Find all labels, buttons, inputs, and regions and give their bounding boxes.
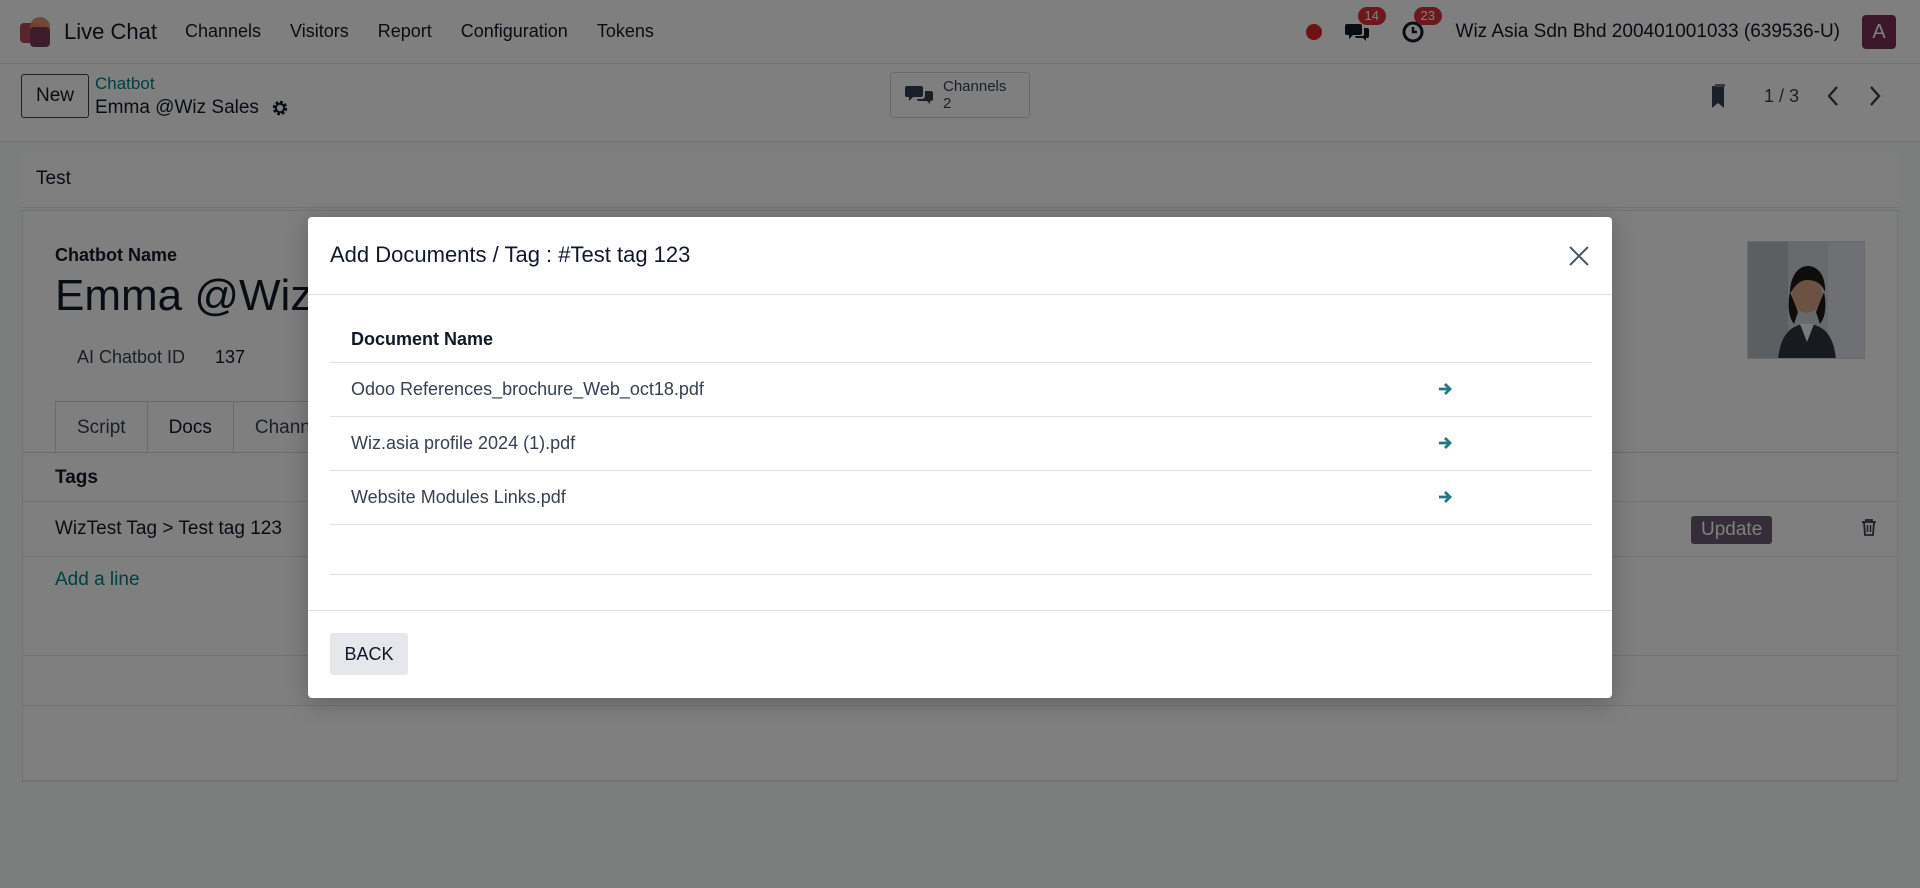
arrow-right-icon[interactable] xyxy=(1438,435,1454,451)
dialog-footer: BACK xyxy=(308,610,1612,698)
dialog-title: Add Documents / Tag : #Test tag 123 xyxy=(330,242,691,267)
document-name: Wiz.asia profile 2024 (1).pdf xyxy=(351,433,576,453)
arrow-right-icon[interactable] xyxy=(1438,381,1454,397)
empty-row xyxy=(330,525,1592,575)
table-header: Document Name xyxy=(330,313,1592,363)
back-button[interactable]: BACK xyxy=(330,633,408,675)
arrow-right-icon[interactable] xyxy=(1438,489,1454,505)
documents-table: Document Name Odoo References_brochure_W… xyxy=(330,313,1592,575)
table-row[interactable]: Website Modules Links.pdf xyxy=(330,471,1592,525)
table-row[interactable]: Odoo References_brochure_Web_oct18.pdf xyxy=(330,363,1592,417)
document-name-column-header: Document Name xyxy=(351,329,494,349)
table-row[interactable]: Wiz.asia profile 2024 (1).pdf xyxy=(330,417,1592,471)
add-documents-dialog: Add Documents / Tag : #Test tag 123 Docu… xyxy=(308,217,1612,698)
close-icon[interactable] xyxy=(1568,245,1590,267)
document-name: Website Modules Links.pdf xyxy=(351,487,566,507)
document-name: Odoo References_brochure_Web_oct18.pdf xyxy=(351,379,704,399)
dialog-header: Add Documents / Tag : #Test tag 123 xyxy=(308,217,1612,295)
